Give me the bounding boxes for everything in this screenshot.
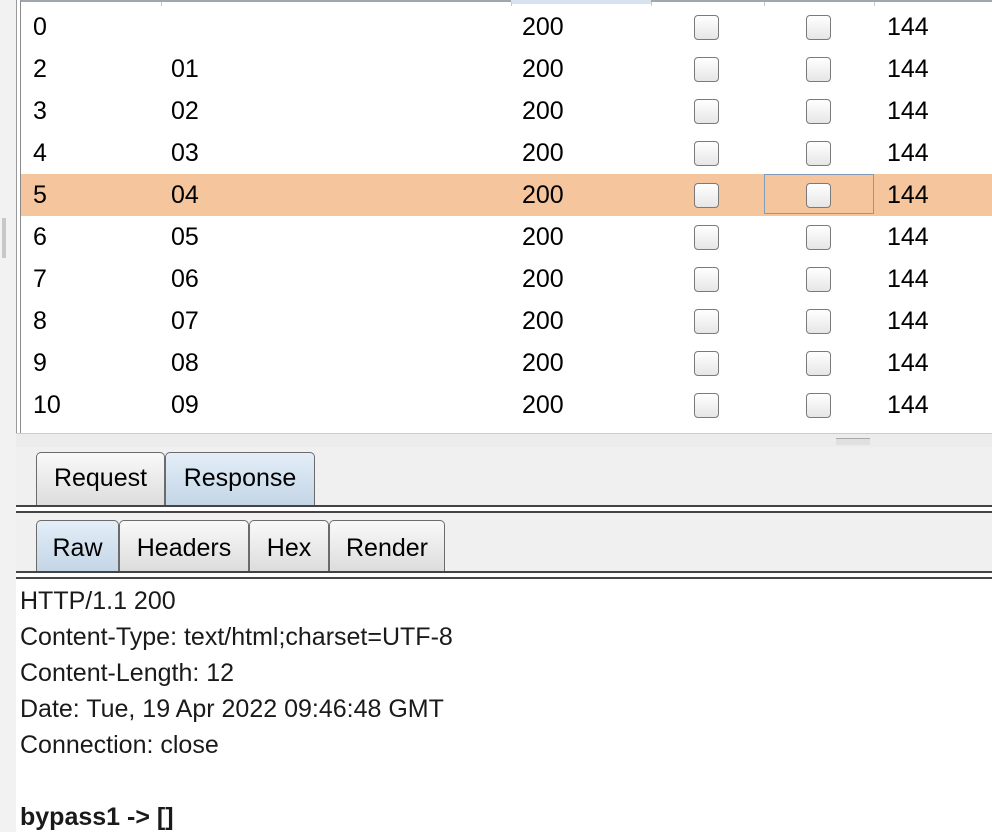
row-number: 9	[33, 349, 47, 377]
row-payload: 01	[171, 55, 199, 83]
table-row[interactable]: 0 200 144	[21, 6, 992, 48]
header-content-length: Content-Length: 12	[20, 659, 235, 687]
row-status: 200	[522, 349, 564, 377]
row-number: 0	[33, 13, 47, 41]
row-payload: 06	[171, 265, 199, 293]
left-panel-marker	[2, 218, 6, 258]
row-payload: 08	[171, 349, 199, 377]
row-number: 10	[33, 391, 61, 419]
row-checkbox-timeout[interactable]	[806, 225, 831, 250]
row-checkbox-timeout[interactable]	[806, 393, 831, 418]
header-date: Date: Tue, 19 Apr 2022 09:46:48 GMT	[20, 695, 444, 723]
row-status: 200	[522, 265, 564, 293]
row-number: 7	[33, 265, 47, 293]
row-length: 144	[887, 349, 929, 377]
row-checkbox-error[interactable]	[694, 309, 719, 334]
table-row[interactable]: 2 01 200 144	[21, 48, 992, 90]
results-table[interactable]: 0 200 144 2 01 200 144 3 02 200 144 4 03 200 144 5 04 200…	[20, 0, 992, 435]
row-checkbox-timeout[interactable]	[806, 15, 831, 40]
row-length: 144	[887, 181, 929, 209]
left-panel-edge	[0, 0, 17, 832]
row-checkbox-timeout[interactable]	[806, 57, 831, 82]
row-status: 200	[522, 307, 564, 335]
row-checkbox-timeout[interactable]	[806, 267, 831, 292]
tabbar-underline	[16, 505, 992, 513]
tab-headers[interactable]: Headers	[119, 520, 249, 572]
table-row[interactable]: 8 07 200 144	[21, 300, 992, 342]
row-length: 144	[887, 139, 929, 167]
row-length: 144	[887, 307, 929, 335]
row-payload: 02	[171, 97, 199, 125]
request-response-tabbar: Request Response	[16, 447, 992, 513]
tab-request[interactable]: Request	[36, 452, 165, 506]
header-content-type: Content-Type: text/html;charset=UTF-8	[20, 623, 453, 651]
row-status: 200	[522, 13, 564, 41]
row-length: 144	[887, 13, 929, 41]
row-payload: 07	[171, 307, 199, 335]
row-status: 200	[522, 55, 564, 83]
row-checkbox-timeout[interactable]	[806, 183, 831, 208]
response-body: bypass1 -> []	[20, 803, 174, 831]
row-checkbox-error[interactable]	[694, 141, 719, 166]
row-checkbox-error[interactable]	[694, 183, 719, 208]
splitter-grip[interactable]	[836, 438, 870, 445]
row-length: 144	[887, 265, 929, 293]
status-line: HTTP/1.1 200	[20, 587, 176, 615]
tabbar-underline	[16, 571, 992, 579]
message-editor: Request Response Raw Headers Hex Render …	[16, 447, 992, 832]
tab-hex[interactable]: Hex	[249, 520, 329, 572]
row-checkbox-error[interactable]	[694, 225, 719, 250]
row-checkbox-error[interactable]	[694, 351, 719, 376]
table-row[interactable]: 10 09 200 144	[21, 384, 992, 426]
sorted-column-header-edge[interactable]	[511, 0, 651, 4]
table-row[interactable]: 3 02 200 144	[21, 90, 992, 132]
tab-raw[interactable]: Raw	[36, 520, 119, 572]
row-length: 144	[887, 223, 929, 251]
row-number: 6	[33, 223, 47, 251]
table-row[interactable]: 6 05 200 144	[21, 216, 992, 258]
row-status: 200	[522, 139, 564, 167]
pane-splitter[interactable]	[16, 433, 992, 448]
row-checkbox-error[interactable]	[694, 57, 719, 82]
table-row[interactable]: 9 08 200 144	[21, 342, 992, 384]
row-status: 200	[522, 181, 564, 209]
row-length: 144	[887, 97, 929, 125]
row-checkbox-error[interactable]	[694, 99, 719, 124]
tab-response[interactable]: Response	[165, 452, 315, 506]
row-number: 4	[33, 139, 47, 167]
row-number: 2	[33, 55, 47, 83]
row-status: 200	[522, 97, 564, 125]
row-checkbox-error[interactable]	[694, 15, 719, 40]
row-checkbox-timeout[interactable]	[806, 309, 831, 334]
row-checkbox-timeout[interactable]	[806, 141, 831, 166]
row-number: 5	[33, 181, 47, 209]
header-connection: Connection: close	[20, 731, 219, 759]
row-checkbox-error[interactable]	[694, 393, 719, 418]
view-mode-tabbar: Raw Headers Hex Render	[16, 513, 992, 579]
row-length: 144	[887, 391, 929, 419]
row-payload: 05	[171, 223, 199, 251]
row-status: 200	[522, 223, 564, 251]
table-row[interactable]: 5 04 200 144	[21, 174, 992, 216]
row-length: 144	[887, 55, 929, 83]
row-number: 8	[33, 307, 47, 335]
row-payload: 09	[171, 391, 199, 419]
row-status: 200	[522, 391, 564, 419]
row-payload: 04	[171, 181, 199, 209]
row-checkbox-timeout[interactable]	[806, 351, 831, 376]
row-checkbox-timeout[interactable]	[806, 99, 831, 124]
table-row[interactable]: 7 06 200 144	[21, 258, 992, 300]
row-checkbox-error[interactable]	[694, 267, 719, 292]
tab-render[interactable]: Render	[329, 520, 445, 572]
response-raw-text[interactable]: HTTP/1.1 200 Content-Type: text/html;cha…	[20, 583, 980, 835]
table-row[interactable]: 4 03 200 144	[21, 132, 992, 174]
row-payload: 03	[171, 139, 199, 167]
row-number: 3	[33, 97, 47, 125]
